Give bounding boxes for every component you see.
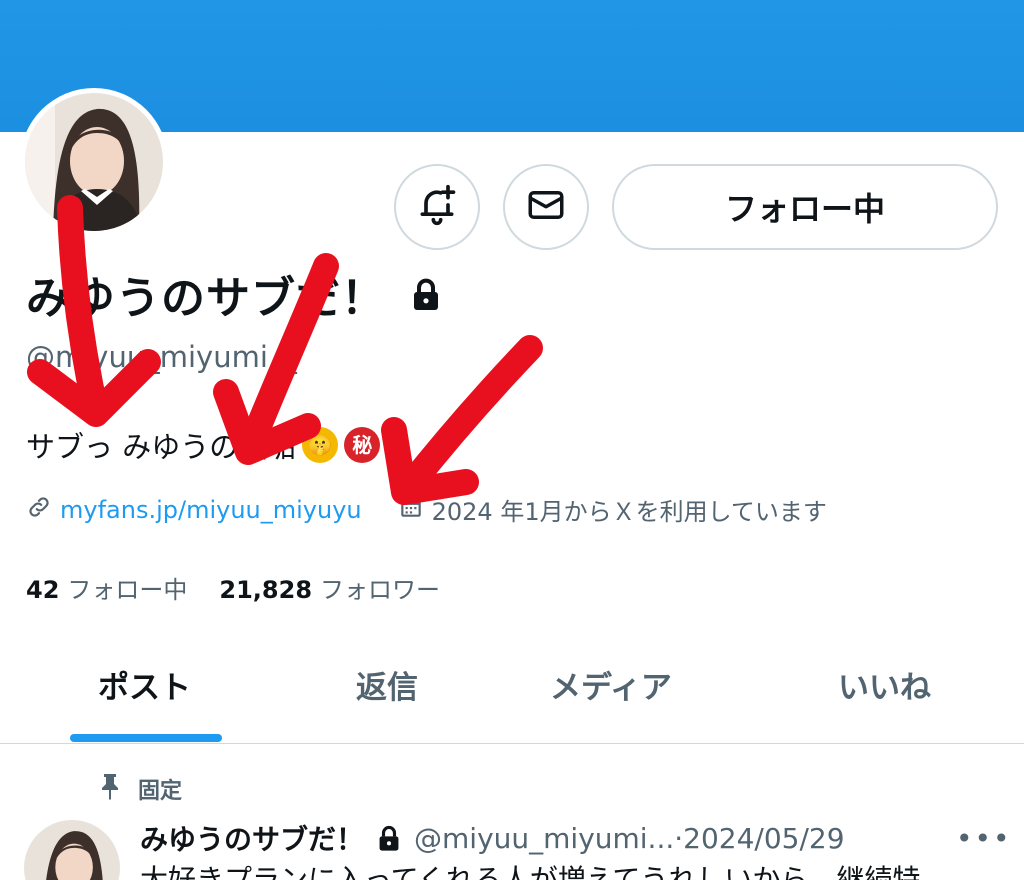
- tweet-author-name[interactable]: みゆうのサブだ！: [140, 818, 364, 858]
- profile-meta: myfans.jp/miyuu_miyuyu 2024 年1月からＸを利用してい…: [26, 492, 827, 527]
- tab-posts[interactable]: ポスト: [98, 662, 191, 707]
- followers-label: フォロワー: [320, 576, 441, 604]
- bell-plus-icon: [415, 183, 459, 231]
- display-name: みゆうのサブだ！: [26, 262, 440, 326]
- tweet-text: 大好きプランに入ってくれる人が増えてうれしいから 継続特: [140, 863, 921, 880]
- following-label: フォロー中: [67, 576, 188, 604]
- mail-icon: [525, 184, 567, 230]
- profile-tabs: ポスト 返信 メディア いいね: [0, 640, 1024, 744]
- more-icon[interactable]: •••: [956, 822, 1012, 855]
- pinned-label: 固定: [138, 779, 183, 804]
- tweet-date[interactable]: 2024/05/29: [683, 822, 844, 855]
- profile-handle: @miyuu_miyumi__: [26, 340, 297, 374]
- profile-bio: サブっ みゆうの裏垢 🤫 秘: [26, 424, 381, 466]
- message-button[interactable]: [503, 164, 589, 250]
- profile-banner[interactable]: [0, 0, 1024, 132]
- following-count-link[interactable]: 42 フォロー中: [26, 570, 187, 605]
- followers-count: 21,828: [219, 576, 313, 604]
- link-icon: [26, 494, 52, 526]
- avatar-photo: [25, 93, 163, 231]
- lock-icon: [378, 825, 400, 851]
- tweet-separator: ·: [674, 821, 684, 855]
- follow-stats: 42 フォロー中 21,828 フォロワー: [26, 570, 440, 605]
- join-date: 2024 年1月からＸを利用しています: [398, 492, 827, 527]
- tab-likes[interactable]: いいね: [838, 662, 931, 707]
- lock-icon: [412, 278, 440, 310]
- active-tab-indicator: [70, 734, 222, 742]
- display-name-text: みゆうのサブだ！: [26, 273, 386, 324]
- annotation-arrow-right: [395, 335, 543, 501]
- tab-media[interactable]: メディア: [550, 662, 672, 707]
- following-count: 42: [26, 576, 60, 604]
- secret-emoji: 秘: [344, 427, 381, 463]
- notify-button[interactable]: [394, 164, 480, 250]
- tweet-avatar[interactable]: [24, 820, 120, 880]
- profile-link-text[interactable]: myfans.jp/miyuu_miyuyu: [60, 496, 362, 524]
- join-date-text: 2024 年1月からＸを利用しています: [431, 498, 827, 526]
- tab-replies[interactable]: 返信: [356, 662, 418, 707]
- bio-text: サブっ みゆうの裏垢: [26, 430, 297, 464]
- pinned-indicator: 固定: [98, 772, 182, 806]
- profile-link[interactable]: myfans.jp/miyuu_miyuyu: [26, 494, 362, 526]
- followers-count-link[interactable]: 21,828 フォロワー: [219, 570, 440, 605]
- tweet-header: みゆうのサブだ！ @miyuu_miyumi... · 2024/05/29: [140, 818, 845, 858]
- profile-avatar[interactable]: [20, 88, 168, 236]
- calendar-icon: [398, 494, 424, 526]
- following-button[interactable]: フォロー中: [612, 164, 998, 250]
- tweet-author-handle[interactable]: @miyuu_miyumi...: [414, 822, 674, 855]
- shushing-face-emoji: 🤫: [302, 427, 339, 463]
- annotation-arrow-right-head: [381, 417, 479, 505]
- pin-icon: [98, 772, 122, 806]
